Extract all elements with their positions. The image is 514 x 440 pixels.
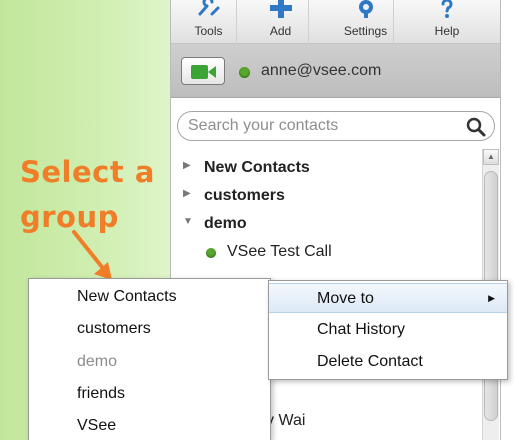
callout-line-1: Select a xyxy=(20,155,155,189)
group-menu-item-customers[interactable]: customers xyxy=(77,320,151,342)
search-input[interactable] xyxy=(188,116,458,136)
contact-context-menu: Move to ▶ Chat History Delete Contact xyxy=(268,280,508,380)
video-camera-icon xyxy=(191,65,216,79)
group-menu-item-friends[interactable]: friends xyxy=(77,385,125,407)
help-icon xyxy=(419,0,475,24)
video-call-button[interactable] xyxy=(181,57,225,85)
move-to-group-menu: New Contacts customers demo friends VSee xyxy=(28,278,271,440)
help-button[interactable]: Help xyxy=(419,0,475,44)
tools-label: Tools xyxy=(194,24,223,38)
group-name: customers xyxy=(204,187,285,204)
search-icon[interactable] xyxy=(466,117,486,137)
group-menu-item-vsee[interactable]: VSee xyxy=(77,417,116,439)
online-status-dot[interactable] xyxy=(239,67,250,78)
group-name: New Contacts xyxy=(204,159,310,176)
user-bar: anne@vsee.com xyxy=(171,44,500,98)
toolbar: Tools Add Settings Help xyxy=(171,0,500,44)
contact-name-partial[interactable]: y Wai xyxy=(266,412,305,430)
add-label: Add xyxy=(269,24,292,38)
settings-icon xyxy=(338,0,393,24)
expanded-arrow-icon[interactable]: ▼ xyxy=(183,216,193,227)
tools-button[interactable]: Tools xyxy=(181,0,237,44)
collapsed-arrow-icon[interactable]: ▶ xyxy=(183,160,191,171)
user-email: anne@vsee.com xyxy=(261,62,382,79)
menu-item-delete-contact[interactable]: Delete Contact xyxy=(269,347,507,377)
collapsed-arrow-icon[interactable]: ▶ xyxy=(183,188,191,199)
menu-item-label: Move to xyxy=(317,290,374,307)
menu-item-label: Chat History xyxy=(317,321,406,338)
help-label: Help xyxy=(434,24,460,38)
pointer-arrow-icon xyxy=(72,230,112,280)
add-icon xyxy=(253,0,308,24)
search-box[interactable] xyxy=(177,111,495,141)
settings-label: Settings xyxy=(343,24,388,38)
menu-item-move-to[interactable]: Move to ▶ xyxy=(269,283,507,313)
group-menu-item-demo: demo xyxy=(77,353,118,370)
menu-item-chat-history[interactable]: Chat History xyxy=(269,315,507,345)
add-button[interactable]: Add xyxy=(253,0,309,44)
contact-name: VSee Test Call xyxy=(227,243,332,260)
instruction-callout: Select a group xyxy=(20,150,155,240)
online-status-icon xyxy=(206,248,216,258)
scroll-up-icon[interactable]: ▲ xyxy=(483,149,499,165)
group-name: demo xyxy=(204,215,247,232)
settings-button[interactable]: Settings xyxy=(338,0,394,44)
group-menu-item-new-contacts[interactable]: New Contacts xyxy=(77,288,177,310)
tools-icon xyxy=(181,0,236,24)
menu-item-label: Delete Contact xyxy=(317,353,423,370)
submenu-arrow-icon: ▶ xyxy=(488,293,495,303)
